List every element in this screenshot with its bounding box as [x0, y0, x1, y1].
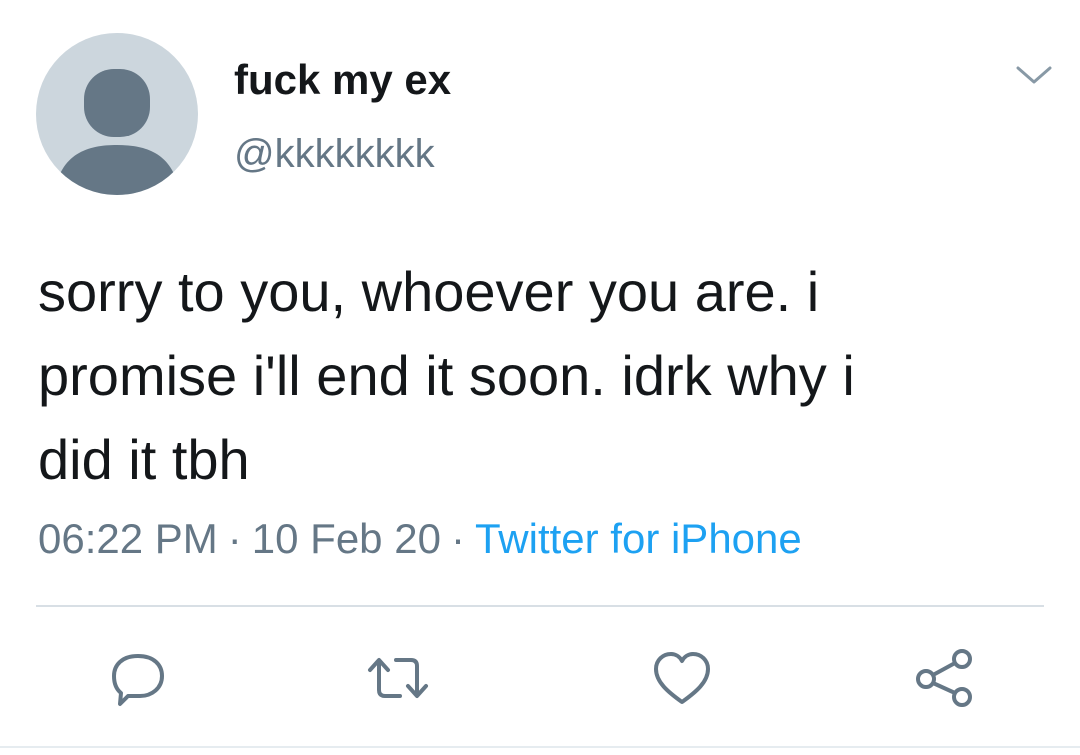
bottom-divider	[0, 746, 1080, 748]
separator-dot: ·	[227, 515, 242, 562]
more-options-button[interactable]	[1008, 56, 1060, 96]
like-button[interactable]	[650, 646, 714, 710]
display-name[interactable]: fuck my ex	[234, 54, 451, 106]
tweet-date[interactable]: 10 Feb 20	[252, 515, 441, 562]
separator-dot: ·	[450, 515, 465, 562]
speech-bubble-icon	[112, 654, 164, 706]
default-avatar-icon	[54, 69, 180, 195]
tweet-source-link[interactable]: Twitter for iPhone	[475, 515, 802, 562]
tweet-text-line: promise i'll end it soon. idrk why i	[38, 344, 855, 407]
chevron-down-icon	[1016, 66, 1052, 84]
divider	[36, 605, 1044, 607]
retweet-icon	[368, 658, 428, 698]
user-handle[interactable]: @kkkkkkkk	[234, 129, 435, 179]
avatar[interactable]	[36, 33, 198, 195]
heart-icon	[654, 652, 710, 704]
share-button[interactable]	[912, 646, 976, 710]
tweet-text-line: sorry to you, whoever you are. i	[38, 260, 820, 323]
tweet-metadata: 06:22 PM · 10 Feb 20 · Twitter for iPhone	[38, 512, 802, 566]
tweet-text: sorry to you, whoever you are. i promise…	[38, 250, 1048, 502]
share-icon	[916, 649, 972, 707]
tweet-text-line: did it tbh	[38, 428, 250, 491]
tweet-time[interactable]: 06:22 PM	[38, 515, 218, 562]
reply-button[interactable]	[106, 646, 170, 710]
retweet-button[interactable]	[366, 646, 430, 710]
